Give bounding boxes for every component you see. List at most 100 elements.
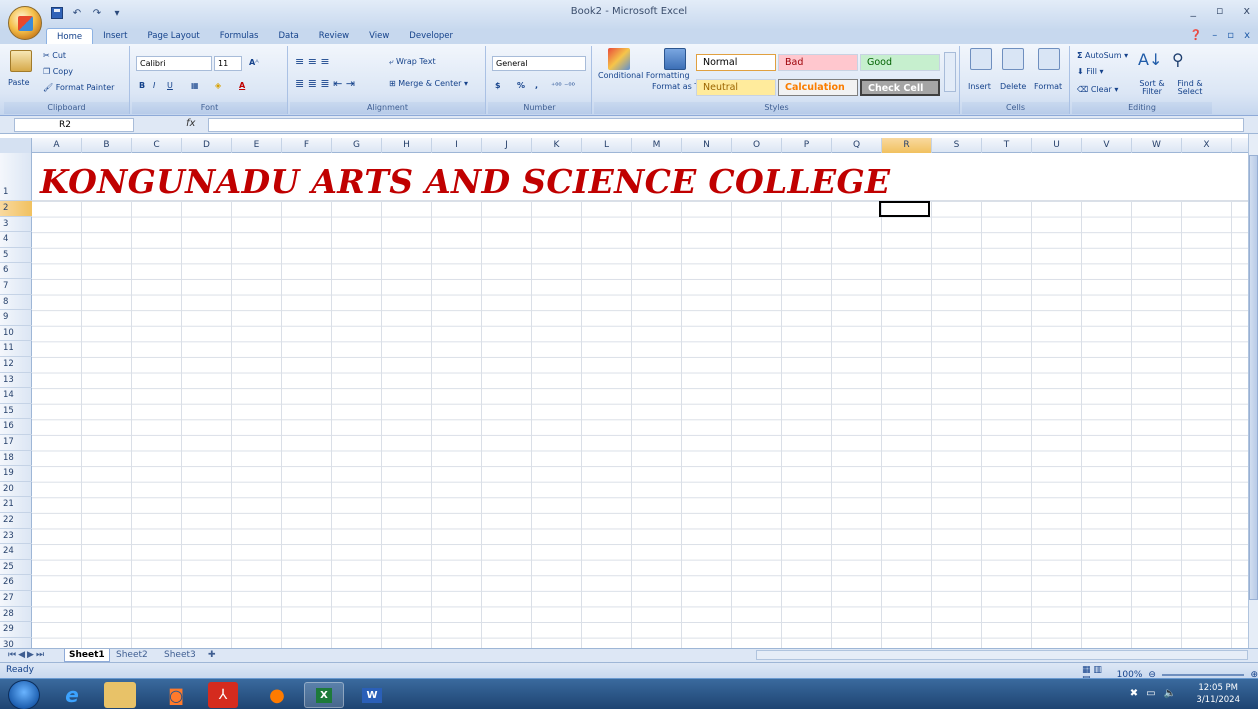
row-header-23[interactable]: 23 [0,529,32,545]
font-color-button[interactable]: A [238,78,246,94]
row-header-24[interactable]: 24 [0,544,32,560]
column-header-n[interactable]: N [682,138,732,153]
taskbar-clock[interactable]: 12:05 PM 3/11/2024 [1196,682,1240,706]
column-header-f[interactable]: F [282,138,332,153]
wrap-text-button[interactable]: ⤶ Wrap Text [388,54,437,70]
horizontal-scrollbar[interactable] [756,650,1248,660]
internet-explorer-icon[interactable]: e [52,682,92,708]
doc-minimize-button[interactable]: – [1212,30,1217,41]
row-header-10[interactable]: 10 [0,326,32,342]
row-header-29[interactable]: 29 [0,622,32,638]
style-good[interactable]: Good [860,54,940,71]
redo-button[interactable]: ↷ [90,6,104,20]
tab-review[interactable]: Review [309,28,359,44]
column-header-o[interactable]: O [732,138,782,153]
delete-cells-button[interactable]: Delete [1000,82,1026,91]
row-header-6[interactable]: 6 [0,263,32,279]
name-box[interactable]: R2 [14,118,134,132]
sheet-nav-buttons[interactable]: ⏮◀▶⏭ [4,649,50,662]
find-select-button[interactable]: Find & Select [1172,80,1208,96]
underline-button[interactable]: U [166,78,174,94]
sheet-tab-2[interactable]: Sheet2 [112,649,152,662]
row-header-9[interactable]: 9 [0,310,32,326]
font-size-select[interactable]: 11 [214,56,242,71]
row-header-11[interactable]: 11 [0,341,32,357]
acrobat-icon[interactable]: ⅄ [208,682,238,708]
style-neutral[interactable]: Neutral [696,79,776,96]
row-header-15[interactable]: 15 [0,404,32,420]
excel-icon[interactable]: X [304,682,344,708]
column-header-s[interactable]: S [932,138,982,153]
column-header-b[interactable]: B [82,138,132,153]
minimize-button[interactable]: _ [1191,4,1197,17]
tab-home[interactable]: Home [46,28,94,44]
tab-insert[interactable]: Insert [93,28,137,44]
tab-data[interactable]: Data [269,28,309,44]
row-header-21[interactable]: 21 [0,497,32,513]
clear-button[interactable]: ⌫ Clear ▾ [1076,82,1119,98]
column-header-h[interactable]: H [382,138,432,153]
column-header-r[interactable]: R [882,138,932,153]
help-icon[interactable]: ❓ [1190,30,1202,41]
fill-button[interactable]: ⬇ Fill ▾ [1076,64,1105,80]
column-header-a[interactable]: A [32,138,82,153]
row-header-3[interactable]: 3 [0,217,32,233]
cell-a1-text[interactable]: KONGUNADU ARTS AND SCIENCE COLLEGE [40,162,890,201]
column-header-p[interactable]: P [782,138,832,153]
align-top-button[interactable]: ≡ ≡ ≡ [294,54,331,70]
start-button[interactable] [8,680,40,709]
file-explorer-icon[interactable] [104,682,136,708]
vertical-scroll-thumb[interactable] [1249,155,1258,600]
row-header-25[interactable]: 25 [0,560,32,576]
row-header-26[interactable]: 26 [0,575,32,591]
insert-cells-button[interactable]: Insert [968,82,991,91]
row-header-4[interactable]: 4 [0,232,32,248]
style-calculation[interactable]: Calculation [778,79,858,96]
paste-button[interactable]: Paste [8,78,30,87]
doc-restore-button[interactable]: ▫ [1227,30,1234,41]
align-left-button[interactable]: ≣ ≣ ≣ ⇤ ⇥ [294,76,356,92]
media-player-icon[interactable]: ◙ [156,682,196,708]
row-header-19[interactable]: 19 [0,466,32,482]
decimal-buttons[interactable]: ⁺⁰⁰ ⁻⁰⁰ [550,78,576,94]
tab-formulas[interactable]: Formulas [210,28,269,44]
formula-input[interactable] [208,118,1244,132]
column-header-i[interactable]: I [432,138,482,153]
style-normal[interactable]: Normal [696,54,776,71]
select-all-button[interactable] [0,138,32,153]
percent-button[interactable]: % [516,78,526,94]
row-header-22[interactable]: 22 [0,513,32,529]
firefox-icon[interactable]: ● [262,682,292,708]
sheet-tab-1[interactable]: Sheet1 [64,649,110,662]
row-header-28[interactable]: 28 [0,607,32,623]
row-header-17[interactable]: 17 [0,435,32,451]
customize-qat-button[interactable]: ▾ [110,6,124,20]
row-header-14[interactable]: 14 [0,388,32,404]
tab-developer[interactable]: Developer [399,28,463,44]
column-header-v[interactable]: V [1082,138,1132,153]
bold-button[interactable]: B [138,78,146,94]
column-header-l[interactable]: L [582,138,632,153]
italic-button[interactable]: I [152,78,156,94]
insert-function-button[interactable]: fx [186,118,195,129]
save-button[interactable] [50,6,64,20]
sort-filter-button[interactable]: Sort & Filter [1132,80,1172,96]
row-header-1[interactable]: 1 [0,153,32,201]
tab-page-layout[interactable]: Page Layout [138,28,210,44]
row-header-27[interactable]: 27 [0,591,32,607]
borders-button[interactable]: ▦ [190,78,200,94]
word-icon[interactable]: W [352,682,392,708]
restore-button[interactable]: ▫ [1216,4,1223,17]
font-name-select[interactable]: Calibri [136,56,212,71]
copy-button[interactable]: ❐ Copy [42,64,74,80]
fill-color-button[interactable]: ◈ [214,78,222,94]
cells-area[interactable] [32,153,1248,648]
doc-close-button[interactable]: x [1244,30,1250,41]
volume-icon[interactable]: 🔈 [1164,688,1176,699]
number-format-select[interactable]: General [492,56,586,71]
close-button[interactable]: x [1243,4,1250,17]
column-header-w[interactable]: W [1132,138,1182,153]
autosum-button[interactable]: Σ AutoSum ▾ [1076,48,1129,64]
currency-button[interactable]: $ [494,78,502,94]
cut-button[interactable]: ✂ Cut [42,48,67,64]
